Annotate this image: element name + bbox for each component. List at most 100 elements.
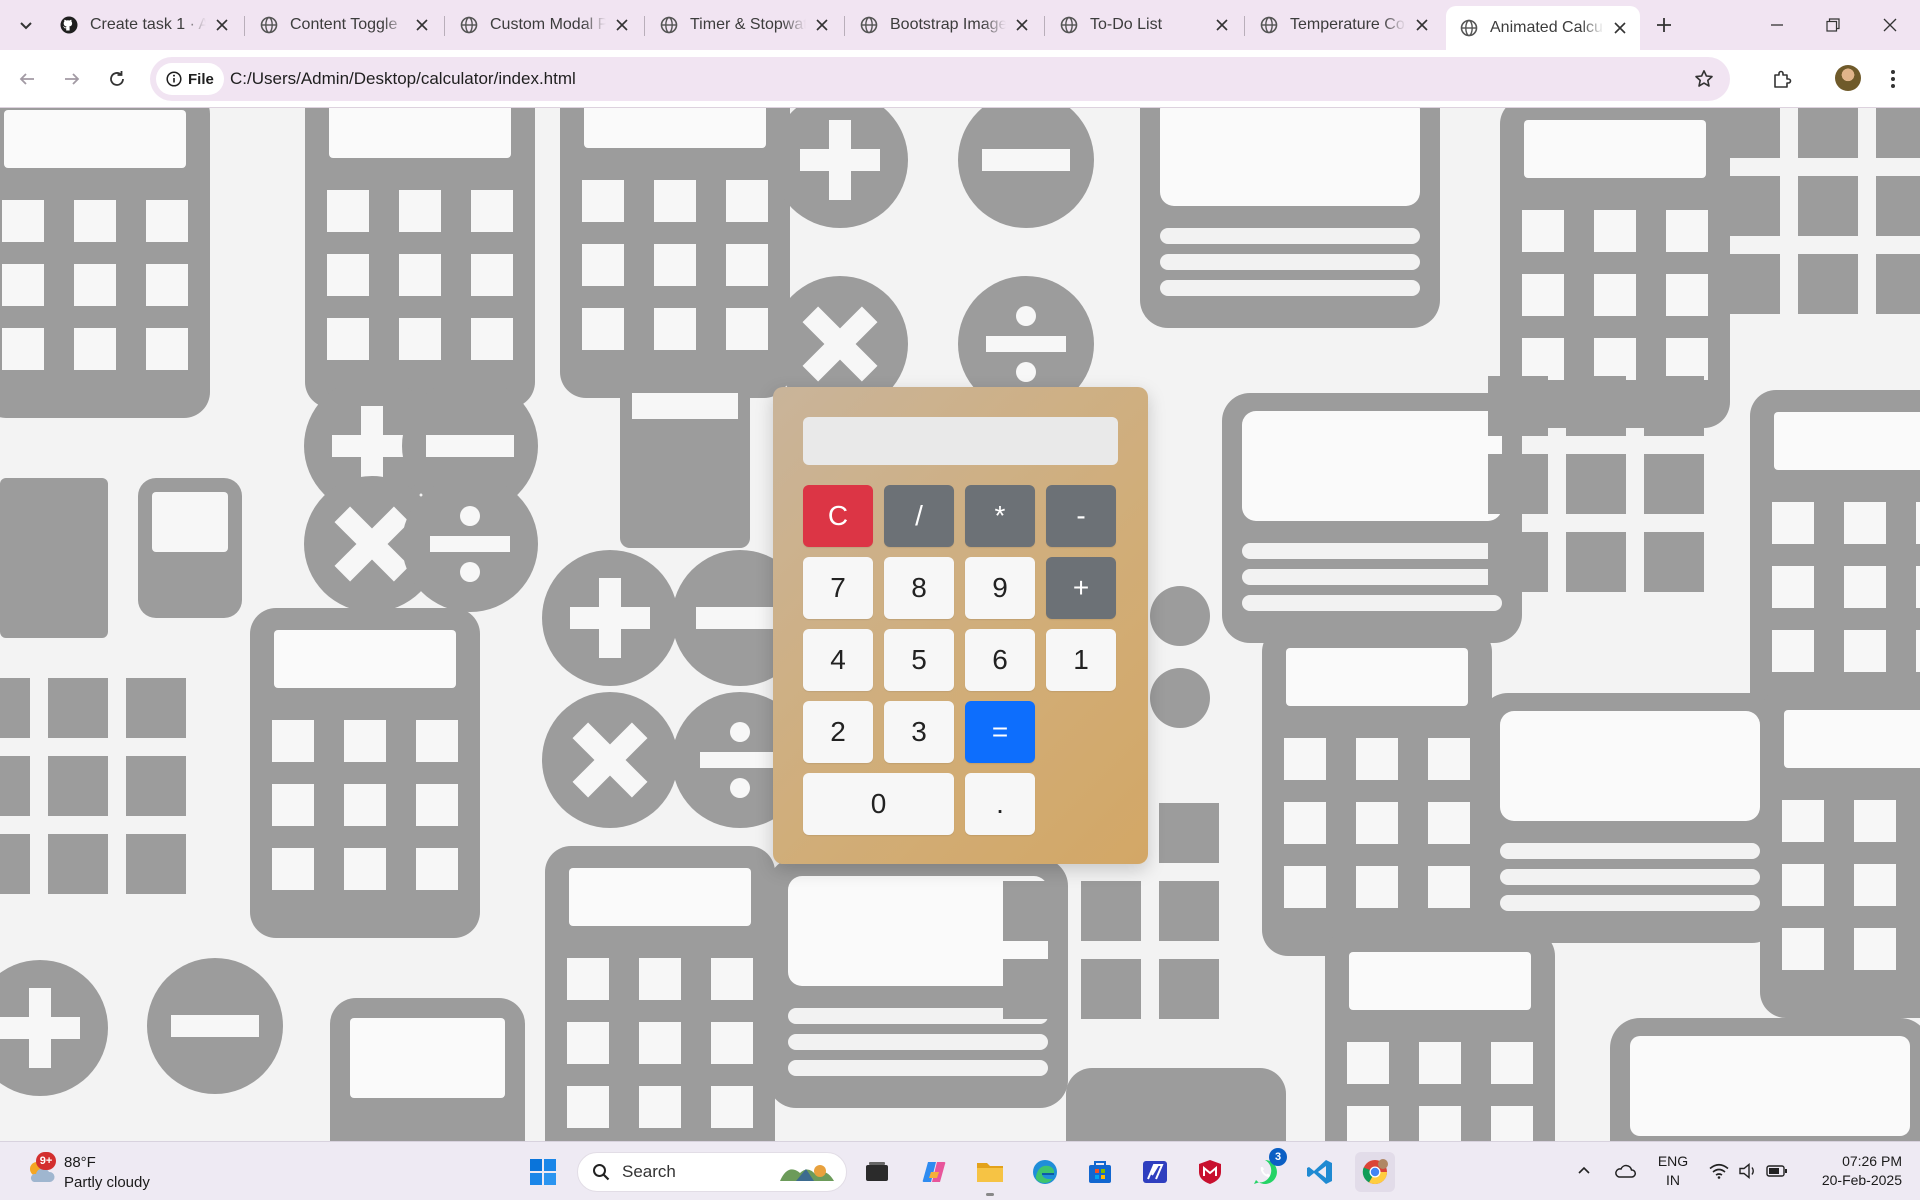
copilot-button[interactable] (914, 1152, 954, 1192)
site-info-chip[interactable]: File (156, 63, 224, 95)
profile-avatar[interactable] (1835, 65, 1861, 91)
battery-icon (1766, 1165, 1787, 1177)
chevron-up-icon (1578, 1166, 1590, 1174)
close-tab-icon[interactable] (1012, 15, 1032, 35)
restore-icon (1826, 18, 1840, 32)
close-tab-icon[interactable] (812, 15, 832, 35)
cloud-icon (1615, 1164, 1636, 1178)
new-tab-button[interactable] (1650, 11, 1678, 39)
battery-status[interactable] (1762, 1156, 1792, 1186)
volume-status[interactable] (1733, 1156, 1763, 1186)
extensions-button[interactable] (1765, 62, 1799, 96)
info-icon (166, 71, 182, 87)
power-automate-button[interactable] (1135, 1152, 1175, 1192)
tab-temperature-converter[interactable]: Temperature Converter (1246, 6, 1442, 44)
reload-button[interactable] (100, 62, 134, 96)
minus-button[interactable]: - (1046, 485, 1116, 547)
decimal-button[interactable]: . (965, 773, 1035, 835)
vscode-button[interactable] (1300, 1152, 1340, 1192)
tab-timer-stopwatch[interactable]: Timer & Stopwatch (646, 6, 842, 44)
digit-1-button[interactable]: 1 (1046, 629, 1116, 691)
digit-3-button[interactable]: 3 (884, 701, 954, 763)
taskbar: 9+ 88°F Partly cloudy Search 3 ENG IN 07… (0, 1141, 1920, 1200)
multiply-button[interactable]: * (965, 485, 1035, 547)
system-clock[interactable]: 07:26 PM 20-Feb-2025 (1800, 1152, 1902, 1190)
notification-badge: 3 (1269, 1148, 1287, 1166)
tab-separator (644, 16, 645, 36)
file-explorer-button[interactable] (970, 1152, 1010, 1196)
tab-title: Animated Calculator (1490, 19, 1604, 36)
site-info-label: File (188, 70, 214, 88)
language-code: ENG (1657, 1153, 1689, 1169)
wifi-status[interactable] (1704, 1156, 1734, 1186)
url-text[interactable]: C:/Users/Admin/Desktop/calculator/index.… (230, 57, 576, 101)
tab-custom-modal[interactable]: Custom Modal Popup (446, 6, 642, 44)
input-language-indicator[interactable]: ENG IN (1656, 1152, 1690, 1190)
onedrive-button[interactable] (1610, 1156, 1640, 1186)
globe-icon (460, 16, 478, 34)
plus-button[interactable]: + (1046, 557, 1116, 619)
digit-0-button[interactable]: 0 (803, 773, 954, 835)
close-tab-icon[interactable] (612, 15, 632, 35)
tab-animated-calculator[interactable]: Animated Calculator (1446, 6, 1640, 50)
tab-create-task[interactable]: Create task 1 · All (46, 6, 242, 44)
microsoft-store-button[interactable] (1080, 1152, 1120, 1192)
puzzle-icon (1774, 70, 1792, 88)
whatsapp-button[interactable]: 3 (1245, 1148, 1287, 1192)
taskbar-search-box[interactable]: Search (577, 1152, 847, 1192)
clear-button[interactable]: C (803, 485, 873, 547)
tab-title: Custom Modal Popup (490, 16, 606, 33)
tab-title: Temperature Converter (1290, 16, 1406, 33)
close-tab-icon[interactable] (1212, 15, 1232, 35)
tab-bootstrap-gallery[interactable]: Bootstrap Image Gallery (846, 6, 1042, 44)
digit-9-button[interactable]: 9 (965, 557, 1035, 619)
restore-button[interactable] (1816, 8, 1850, 42)
chrome-button[interactable] (1355, 1152, 1395, 1192)
close-window-button[interactable] (1873, 8, 1907, 42)
calculator: C / * - 7 8 9 + 4 5 6 1 2 3 = 0 . (773, 387, 1148, 864)
task-view-button[interactable] (857, 1152, 897, 1192)
tab-title: To-Do List (1090, 16, 1163, 33)
divide-button[interactable]: / (884, 485, 954, 547)
tab-title: Timer & Stopwatch (690, 16, 806, 33)
tab-separator (1244, 16, 1245, 36)
address-bar[interactable]: File C:/Users/Admin/Desktop/calculator/i… (150, 57, 1730, 101)
back-button[interactable] (10, 62, 44, 96)
tab-content-toggle[interactable]: Content Toggle (246, 6, 442, 44)
globe-icon (1460, 19, 1478, 37)
digit-7-button[interactable]: 7 (803, 557, 873, 619)
globe-icon (260, 16, 278, 34)
bookmark-star-icon[interactable] (1692, 67, 1716, 91)
search-label: Search (622, 1162, 676, 1181)
digit-8-button[interactable]: 8 (884, 557, 954, 619)
globe-icon (660, 16, 678, 34)
minimize-button[interactable] (1760, 8, 1794, 42)
menu-button[interactable] (1876, 62, 1910, 96)
close-tab-icon[interactable] (212, 15, 232, 35)
digit-6-button[interactable]: 6 (965, 629, 1035, 691)
windows-start-button[interactable] (523, 1152, 563, 1192)
close-tab-icon[interactable] (1610, 18, 1630, 38)
search-icon (593, 1164, 610, 1181)
vscode-icon (1307, 1160, 1332, 1184)
weather-widget[interactable]: 9+ 88°F Partly cloudy (20, 1150, 190, 1194)
digit-4-button[interactable]: 4 (803, 629, 873, 691)
minimize-icon (1771, 24, 1783, 26)
microsoft-store-icon (1089, 1161, 1111, 1183)
tab-todo-list[interactable]: To-Do List (1046, 6, 1242, 44)
edge-button[interactable] (1025, 1152, 1065, 1192)
power-automate-icon (1143, 1161, 1167, 1183)
forward-button[interactable] (55, 62, 89, 96)
close-tab-icon[interactable] (1412, 15, 1432, 35)
digit-2-button[interactable]: 2 (803, 701, 873, 763)
show-hidden-icons-button[interactable] (1569, 1156, 1599, 1186)
calculator-display[interactable] (803, 417, 1118, 465)
notification-badge: 9+ (36, 1152, 56, 1170)
arrow-left-icon (19, 73, 34, 85)
mcafee-button[interactable] (1190, 1152, 1230, 1192)
tab-separator (844, 16, 845, 36)
digit-5-button[interactable]: 5 (884, 629, 954, 691)
close-tab-icon[interactable] (412, 15, 432, 35)
equals-button[interactable]: = (965, 701, 1035, 763)
tab-search-button[interactable] (10, 9, 42, 41)
